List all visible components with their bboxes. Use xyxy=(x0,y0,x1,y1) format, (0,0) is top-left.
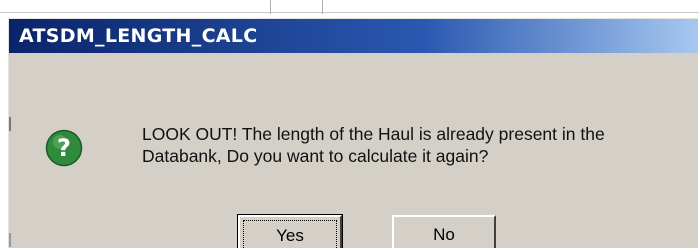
no-button[interactable]: No xyxy=(392,215,496,248)
background-divider xyxy=(270,0,271,14)
edge-mark xyxy=(9,117,11,131)
background-divider xyxy=(0,12,699,13)
question-icon: ? xyxy=(45,129,83,167)
yes-button[interactable]: Yes xyxy=(237,214,343,248)
question-mark-glyph: ? xyxy=(57,134,71,162)
dialog-title: ATSDM_LENGTH_CALC xyxy=(19,25,258,47)
yes-button-label: Yes xyxy=(243,220,337,248)
message-line: Databank, Do you want to calculate it ag… xyxy=(142,146,489,166)
message-dialog: ATSDM_LENGTH_CALC ? LOOK OUT! The length… xyxy=(8,18,698,248)
message-line: LOOK OUT! The length of the Haul is alre… xyxy=(142,124,605,144)
dialog-message: LOOK OUT! The length of the Haul is alre… xyxy=(142,123,682,167)
dialog-titlebar[interactable]: ATSDM_LENGTH_CALC xyxy=(9,19,698,53)
screen: ATSDM_LENGTH_CALC ? LOOK OUT! The length… xyxy=(0,0,699,248)
edge-mark xyxy=(9,233,11,247)
background-divider xyxy=(322,0,323,14)
